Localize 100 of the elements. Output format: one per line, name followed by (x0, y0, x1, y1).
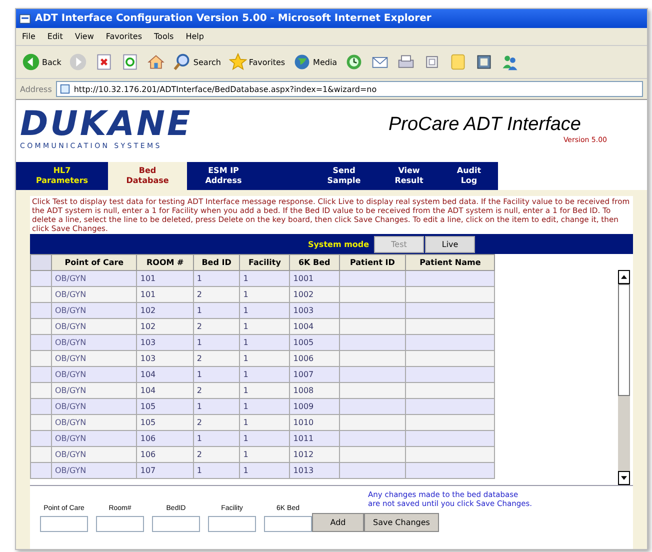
table-cell[interactable]: 102 (136, 302, 194, 318)
toolbar-button[interactable]: Back (20, 53, 64, 71)
row-selector[interactable] (30, 446, 52, 462)
table-cell[interactable]: 1 (240, 398, 290, 414)
table-cell[interactable]: 1002 (290, 286, 340, 302)
table-cell[interactable]: 1 (240, 382, 290, 398)
row-selector[interactable] (30, 414, 52, 430)
scroll-up-button[interactable] (618, 270, 630, 284)
input-field[interactable] (208, 516, 256, 532)
row-selector[interactable] (30, 286, 52, 302)
table-cell[interactable]: 1 (240, 462, 290, 478)
column-header[interactable]: ROOM # (136, 254, 194, 270)
table-cell[interactable]: 1012 (290, 446, 340, 462)
table-cell[interactable]: 105 (136, 398, 194, 414)
table-cell[interactable]: OB/GYN (52, 462, 137, 478)
table-cell[interactable]: 1 (193, 430, 240, 446)
table-cell[interactable]: 2 (193, 350, 240, 366)
table-cell[interactable]: OB/GYN (52, 382, 137, 398)
nav-tab[interactable]: View Result (378, 162, 440, 190)
table-cell[interactable]: 1 (193, 302, 240, 318)
row-selector[interactable] (30, 334, 52, 350)
table-cell[interactable]: 104 (136, 366, 194, 382)
table-cell[interactable]: 2 (193, 446, 240, 462)
table-cell[interactable]: 1 (193, 462, 240, 478)
input-field[interactable] (40, 516, 88, 532)
input-field[interactable] (96, 516, 144, 532)
table-cell[interactable]: 1 (240, 366, 290, 382)
row-selector[interactable] (30, 302, 52, 318)
table-cell[interactable]: OB/GYN (52, 430, 137, 446)
column-header[interactable]: 6K Bed (290, 254, 340, 270)
table-cell[interactable]: 107 (136, 462, 194, 478)
table-cell[interactable]: OB/GYN (52, 334, 137, 350)
table-cell[interactable]: 1 (193, 366, 240, 382)
table-cell[interactable]: 1006 (290, 350, 340, 366)
table-cell[interactable]: OB/GYN (52, 286, 137, 302)
nav-tab[interactable]: Bed Database (108, 162, 187, 190)
row-selector[interactable] (30, 270, 52, 286)
table-cell[interactable]: 1 (240, 318, 290, 334)
form-button[interactable]: Save Changes (364, 513, 439, 532)
table-cell[interactable]: 103 (136, 334, 194, 350)
table-cell[interactable]: 103 (136, 350, 194, 366)
column-header[interactable]: Facility (240, 254, 290, 270)
table-cell[interactable]: 102 (136, 318, 194, 334)
toolbar-button[interactable]: Media (291, 53, 340, 71)
input-field[interactable] (264, 516, 312, 532)
table-cell[interactable]: 1010 (290, 414, 340, 430)
nav-tab[interactable]: Audit Log (440, 162, 498, 190)
table-cell[interactable]: OB/GYN (52, 398, 137, 414)
table-cell[interactable]: 2 (193, 318, 240, 334)
table-cell[interactable]: 106 (136, 446, 194, 462)
row-selector[interactable] (30, 462, 52, 478)
table-cell[interactable]: OB/GYN (52, 366, 137, 382)
column-header[interactable]: Patient ID (339, 254, 406, 270)
table-cell[interactable]: 1 (240, 270, 290, 286)
table-cell[interactable]: OB/GYN (52, 302, 137, 318)
table-cell[interactable]: 1 (240, 350, 290, 366)
column-header[interactable]: Patient Name (406, 254, 494, 270)
table-cell[interactable]: 101 (136, 270, 194, 286)
table-cell[interactable]: 1004 (290, 318, 340, 334)
table-cell[interactable]: 1003 (290, 302, 340, 318)
table-cell[interactable]: 1 (193, 398, 240, 414)
table-cell[interactable]: OB/GYN (52, 270, 137, 286)
table-cell[interactable]: 1009 (290, 398, 340, 414)
nav-tab[interactable]: HL7 Parameters (16, 162, 108, 190)
table-cell[interactable]: OB/GYN (52, 446, 137, 462)
table-cell[interactable]: 2 (193, 414, 240, 430)
row-selector[interactable] (30, 318, 52, 334)
table-cell[interactable]: 2 (193, 382, 240, 398)
scrollbar[interactable] (618, 270, 630, 485)
table-cell[interactable]: 106 (136, 430, 194, 446)
row-selector[interactable] (30, 366, 52, 382)
table-cell[interactable]: 105 (136, 414, 194, 430)
scroll-thumb[interactable] (618, 284, 630, 396)
table-cell[interactable]: 1011 (290, 430, 340, 446)
table-cell[interactable]: 1013 (290, 462, 340, 478)
table-cell[interactable]: 104 (136, 382, 194, 398)
table-cell[interactable]: 2 (193, 286, 240, 302)
table-cell[interactable]: 1 (240, 430, 290, 446)
table-cell[interactable]: 1008 (290, 382, 340, 398)
table-cell[interactable]: 1 (193, 334, 240, 350)
table-cell[interactable]: OB/GYN (52, 414, 137, 430)
menu-item[interactable]: Edit (47, 32, 63, 41)
table-cell[interactable]: OB/GYN (52, 350, 137, 366)
table-cell[interactable]: 101 (136, 286, 194, 302)
menu-item[interactable]: File (22, 32, 36, 41)
table-cell[interactable]: 1 (240, 286, 290, 302)
table-cell[interactable]: OB/GYN (52, 318, 137, 334)
column-header[interactable]: Point of Care (52, 254, 137, 270)
table-cell[interactable]: 1 (240, 302, 290, 318)
row-selector[interactable] (30, 382, 52, 398)
nav-tab[interactable]: ESM IP Address (187, 162, 260, 190)
toolbar-button[interactable]: Favorites (226, 53, 288, 71)
table-cell[interactable]: 1001 (290, 270, 340, 286)
table-cell[interactable]: 1 (240, 446, 290, 462)
table-cell[interactable]: 1 (193, 270, 240, 286)
menu-item[interactable]: Tools (154, 32, 174, 41)
nav-tab[interactable]: Send Sample (310, 162, 378, 190)
menu-item[interactable]: View (74, 32, 94, 41)
row-selector[interactable] (30, 350, 52, 366)
table-cell[interactable]: 1005 (290, 334, 340, 350)
